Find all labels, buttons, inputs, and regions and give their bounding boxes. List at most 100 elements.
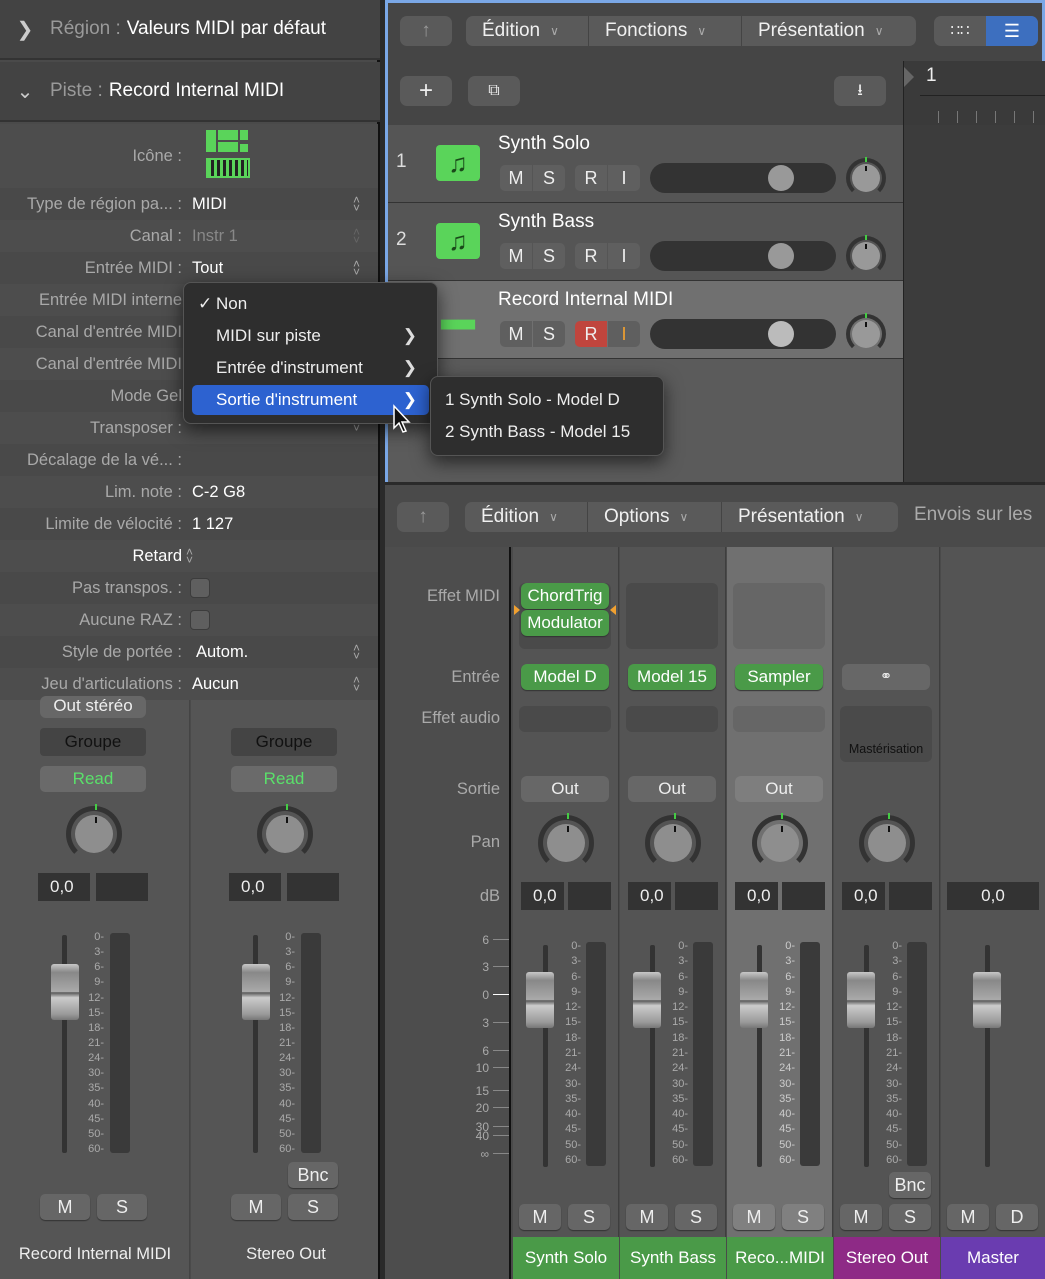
pan-knob[interactable] <box>859 813 915 871</box>
volume-value[interactable]: 0,0 <box>521 882 564 910</box>
ruler[interactable]: 1 <box>903 61 1045 125</box>
mute-button[interactable]: M <box>947 1204 989 1230</box>
output-button[interactable]: Out <box>735 776 823 802</box>
dim-button[interactable]: D <box>996 1204 1038 1230</box>
solo-button[interactable]: S <box>675 1204 717 1230</box>
pan-knob[interactable] <box>846 313 886 354</box>
volume-fader-handle[interactable] <box>740 972 768 1028</box>
volume-fader-handle[interactable] <box>526 972 554 1028</box>
audio-fx-slot[interactable] <box>733 706 825 732</box>
volume-value[interactable]: 0,0 <box>38 873 90 901</box>
bounce-button[interactable]: Bnc <box>889 1172 931 1198</box>
submenu-item[interactable]: 1 Synth Solo - Model D <box>435 385 655 415</box>
param-region-type[interactable]: Type de région pa... : MIDI ˄ ˅ <box>0 188 378 220</box>
mute-button[interactable]: M <box>840 1204 882 1230</box>
audio-fx-slot[interactable] <box>519 706 611 732</box>
volume-slider[interactable] <box>650 241 836 271</box>
pan-knob[interactable] <box>645 813 701 871</box>
pan-knob[interactable] <box>66 804 122 862</box>
menu-item-none[interactable]: ✓ Non <box>192 289 429 319</box>
stepper-icon[interactable]: ˄ ˅ <box>353 226 360 246</box>
synth-track-icon[interactable] <box>206 130 252 182</box>
param-midi-input[interactable]: Entrée MIDI : Tout ˄ ˅ <box>0 252 378 284</box>
playhead-marker-icon[interactable] <box>904 67 914 87</box>
no-transpose-checkbox[interactable] <box>190 578 210 598</box>
list-view-icon[interactable]: ☰ <box>986 16 1038 46</box>
input-monitoring-button[interactable]: I <box>608 321 640 347</box>
track-row-selected[interactable]: ▃▃ Record Internal MIDI M S R I <box>388 281 903 359</box>
menu-item-midi-on-track[interactable]: MIDI sur piste ❯ <box>192 321 429 351</box>
channel-name[interactable]: Stereo Out <box>834 1237 940 1279</box>
solo-button[interactable]: S <box>533 321 565 347</box>
solo-button[interactable]: S <box>97 1194 147 1220</box>
volume-value[interactable]: 0,0 <box>229 873 281 901</box>
output-button[interactable]: Out <box>521 776 609 802</box>
audio-fx-slot[interactable] <box>626 706 718 732</box>
view-menu[interactable]: Présentation ∨ <box>721 502 863 532</box>
param-no-transpose[interactable]: Pas transpos. : <box>0 572 378 604</box>
param-delay[interactable]: Retard ˄ ˅ <box>0 540 378 572</box>
record-enable-button[interactable]: R <box>575 165 607 191</box>
midi-fx-plugin[interactable]: ChordTrig <box>521 583 609 609</box>
pan-knob[interactable] <box>846 235 886 276</box>
track-header[interactable]: ⌄ Piste : Record Internal MIDI <box>0 62 380 122</box>
stepper-icon[interactable]: ˄ ˅ <box>353 642 360 662</box>
channel-name[interactable]: Synth Solo <box>513 1237 619 1279</box>
param-velocity-limit[interactable]: Limite de vélocité : 1 127 <box>0 508 378 540</box>
input-monitoring-button[interactable]: I <box>608 243 640 269</box>
volume-value[interactable]: 0,0 <box>842 882 885 910</box>
functions-menu[interactable]: Fonctions ∨ <box>588 16 706 46</box>
duplicate-track-icon[interactable]: ⧉ <box>468 76 520 106</box>
back-button[interactable]: ↑ <box>397 502 449 532</box>
pan-knob[interactable] <box>257 804 313 862</box>
midi-fx-plugin[interactable]: Modulator <box>521 610 609 636</box>
solo-button[interactable]: S <box>288 1194 338 1220</box>
edit-menu[interactable]: Édition ∨ <box>466 16 559 46</box>
stepper-icon[interactable]: ˄ ˅ <box>353 258 360 278</box>
volume-value[interactable]: 0,0 <box>628 882 671 910</box>
record-enable-button[interactable]: R <box>575 243 607 269</box>
automation-mode-button[interactable]: Read <box>40 766 146 792</box>
view-menu[interactable]: Présentation ∨ <box>741 16 883 46</box>
param-channel[interactable]: Canal : Instr 1 ˄ ˅ <box>0 220 378 252</box>
sends-on-faders-label[interactable]: Envois sur les <box>914 504 1032 526</box>
pan-knob[interactable] <box>752 813 808 871</box>
edit-menu[interactable]: Édition ∨ <box>465 502 558 532</box>
volume-fader-handle[interactable] <box>973 972 1001 1028</box>
add-track-button[interactable]: + <box>400 76 452 106</box>
param-note-limit[interactable]: Lim. note : C-2 G8 <box>0 476 378 508</box>
stepper-icon[interactable]: ˄ ˅ <box>353 674 360 694</box>
param-no-reset[interactable]: Aucune RAZ : <box>0 604 378 636</box>
region-header[interactable]: ❯ Région : Valeurs MIDI par défaut <box>0 0 380 60</box>
output-button[interactable]: Out stéréo <box>40 696 146 718</box>
chevron-down-icon[interactable]: ⌄ <box>0 79 50 104</box>
volume-slider[interactable] <box>650 319 836 349</box>
solo-button[interactable]: S <box>568 1204 610 1230</box>
output-button[interactable]: Out <box>628 776 716 802</box>
mute-button[interactable]: M <box>500 243 532 269</box>
channel-name[interactable]: Master <box>941 1237 1045 1279</box>
chevron-right-icon[interactable]: ❯ <box>0 17 50 42</box>
mute-button[interactable]: M <box>500 165 532 191</box>
back-button[interactable]: ↑ <box>400 16 452 46</box>
mute-button[interactable]: M <box>40 1194 90 1220</box>
menu-item-instrument-input[interactable]: Entrée d'instrument ❯ <box>192 353 429 383</box>
channel-name[interactable]: Reco...MIDI <box>727 1237 833 1279</box>
workspace[interactable] <box>903 125 1045 482</box>
track-row[interactable]: 2 ♫ Synth Bass M S R I <box>388 203 903 281</box>
group-button[interactable]: Groupe <box>231 728 337 756</box>
mute-button[interactable]: M <box>626 1204 668 1230</box>
audio-fx-slot[interactable]: Mastérisation <box>840 706 932 762</box>
input-monitoring-button[interactable]: I <box>608 165 640 191</box>
volume-fader-handle[interactable] <box>633 972 661 1028</box>
pan-knob[interactable] <box>538 813 594 871</box>
audio-fx-plugin[interactable]: Mastérisation <box>840 742 932 756</box>
solo-button[interactable]: S <box>782 1204 824 1230</box>
group-button[interactable]: Groupe <box>40 728 146 756</box>
volume-slider-thumb[interactable] <box>768 243 794 269</box>
catch-playhead-icon[interactable]: ⭳ <box>834 76 886 106</box>
param-staff-style[interactable]: Style de portée : Autom. ˄ ˅ <box>0 636 378 668</box>
channel-name[interactable]: Synth Bass <box>620 1237 726 1279</box>
submenu-item[interactable]: 2 Synth Bass - Model 15 <box>435 417 655 447</box>
stereo-link-icon[interactable]: ⚭ <box>842 664 930 690</box>
